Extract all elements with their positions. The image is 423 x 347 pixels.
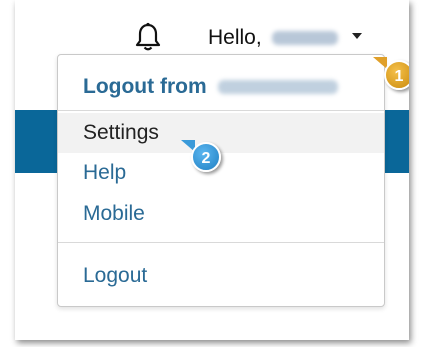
caret-down-icon[interactable] — [352, 33, 362, 39]
greeting-label: Hello, — [208, 26, 262, 49]
top-bar: Hello, — [15, 0, 409, 56]
menu-item-logout[interactable]: Logout — [58, 256, 384, 296]
redacted-full-name — [218, 80, 339, 95]
dropdown-header: Logout from — [83, 75, 339, 99]
menu-item-help[interactable]: Help — [58, 153, 384, 193]
bell-icon[interactable] — [135, 22, 161, 52]
callout-badge-1: 1 — [384, 60, 409, 90]
logout-from-label: Logout from — [83, 75, 207, 98]
user-menu-dropdown: Logout from Settings Help Mobile Logout — [57, 54, 385, 307]
menu-item-settings[interactable]: Settings — [58, 113, 384, 153]
user-greeting[interactable]: Hello, — [208, 26, 338, 50]
callout-badge-2: 2 — [191, 142, 221, 172]
screenshot-frame: Hello, Logout from Settings Help Mobile … — [15, 0, 409, 340]
divider — [58, 110, 384, 111]
redacted-user-name — [271, 31, 338, 46]
menu-item-mobile[interactable]: Mobile — [58, 194, 384, 234]
divider — [58, 242, 384, 243]
